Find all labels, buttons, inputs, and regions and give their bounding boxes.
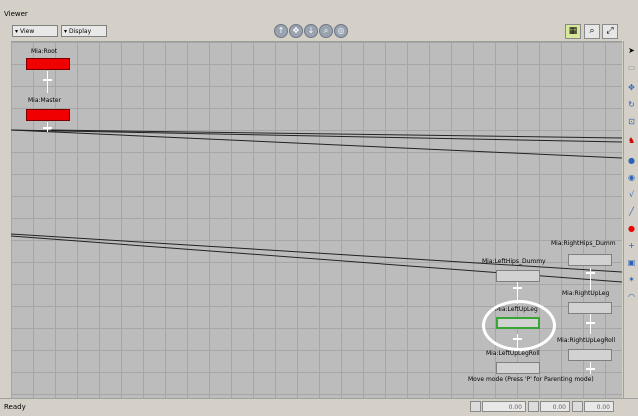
- y-value-field[interactable]: 0.00: [540, 401, 570, 412]
- node-right-hips-box[interactable]: [568, 254, 612, 266]
- translate-icon[interactable]: ✥: [625, 81, 638, 94]
- wire-tick: [43, 79, 52, 81]
- arc-icon[interactable]: ◠: [625, 290, 638, 303]
- pencil-icon[interactable]: ╱: [625, 205, 638, 218]
- status-bar: Ready 0.00 0.00 0.00: [0, 398, 638, 416]
- node-left-hips-box[interactable]: [496, 270, 540, 282]
- character-icon[interactable]: ♞: [625, 134, 638, 147]
- view-menu-button[interactable]: ▾ View: [12, 25, 58, 37]
- select-arrow-icon[interactable]: ➤: [625, 44, 638, 57]
- chevron-down-icon: ▾: [64, 28, 68, 35]
- scale-icon[interactable]: ⊡: [625, 115, 638, 128]
- node-right-uplegroll-box[interactable]: [568, 349, 612, 361]
- wire-tick: [43, 127, 52, 129]
- wire-tick: [513, 338, 522, 340]
- title-bar: Viewer: [0, 0, 638, 24]
- highlight-circle: [482, 300, 556, 351]
- marker-icon[interactable]: ◉: [625, 171, 638, 184]
- pan-down-icon[interactable]: ↓: [304, 24, 318, 38]
- sphere-icon[interactable]: ●: [625, 154, 638, 167]
- field-spinner-button[interactable]: [470, 401, 481, 412]
- field-spinner-button[interactable]: [528, 401, 539, 412]
- plus-icon[interactable]: +: [625, 239, 638, 252]
- wire-right-upleg-roll: [590, 314, 591, 334]
- move-icon[interactable]: ✥: [289, 24, 303, 38]
- effector-icon[interactable]: ✶: [625, 273, 638, 286]
- z-value-field[interactable]: 0.00: [584, 401, 614, 412]
- disabled-tool-icon[interactable]: ▭: [625, 61, 638, 74]
- node-right-upleg-box[interactable]: [568, 302, 612, 314]
- pan-up-icon[interactable]: ↑: [274, 24, 288, 38]
- zoom-icon[interactable]: ⌕: [319, 24, 333, 38]
- node-root-box[interactable]: [26, 58, 70, 70]
- window-title: Viewer: [4, 10, 28, 18]
- node-left-uplegroll-box[interactable]: [496, 362, 540, 374]
- chevron-down-icon: ▾: [15, 28, 19, 35]
- mode-hint: Move mode (Press 'P' for Parenting mode): [468, 376, 594, 383]
- tool-sidebar: ➤ ▭ ✥ ↻ ⊡ ♞ ● ◉ √ ╱ ● + ▣ ✶ ◠: [623, 41, 638, 398]
- node-master-box[interactable]: [26, 109, 70, 121]
- schematic-viewport[interactable]: Mia:Root Mia:Master Mia:LeftHips_Dummy M…: [11, 41, 622, 399]
- curve-icon[interactable]: √: [625, 188, 638, 201]
- wire-root-master: [47, 71, 48, 93]
- wire-tick: [586, 322, 595, 324]
- frame-icon[interactable]: ◎: [334, 24, 348, 38]
- wire-tick: [513, 287, 522, 289]
- wire-left-upleg-roll: [517, 334, 518, 348]
- wire-tick: [586, 368, 595, 370]
- constraint-icon[interactable]: ▣: [625, 256, 638, 269]
- wire-tick: [586, 272, 595, 274]
- record-icon[interactable]: ●: [625, 222, 638, 235]
- magnify-icon[interactable]: ⌕: [584, 24, 600, 39]
- field-spinner-button[interactable]: [572, 401, 583, 412]
- x-value-field[interactable]: 0.00: [482, 401, 526, 412]
- display-menu-button[interactable]: ▾ Display: [61, 25, 107, 37]
- fit-view-icon[interactable]: ⤢: [602, 24, 618, 39]
- status-text: Ready: [4, 403, 26, 411]
- folder-icon[interactable]: ▦: [565, 24, 581, 39]
- rotate-icon[interactable]: ↻: [625, 98, 638, 111]
